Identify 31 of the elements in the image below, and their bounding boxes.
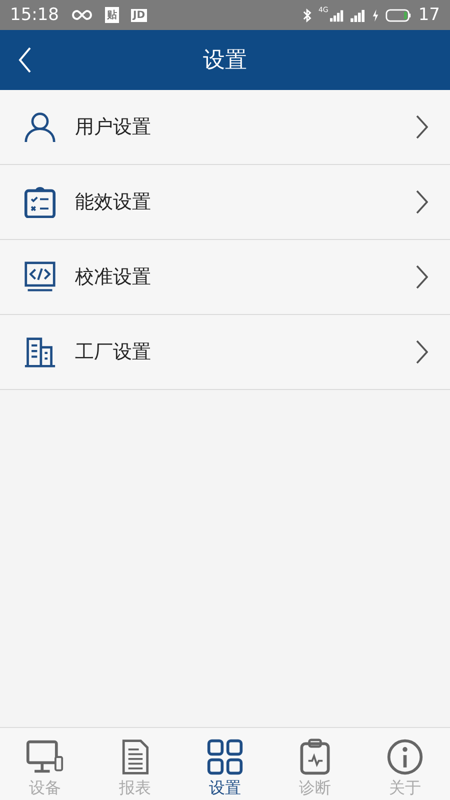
battery-icon	[385, 8, 412, 22]
bluetooth-icon	[303, 8, 312, 22]
settings-item[interactable]: 工厂设置	[0, 315, 450, 390]
item-label: 能效设置	[75, 190, 152, 215]
nav-tab[interactable]: 设置	[180, 728, 270, 800]
settings-item[interactable]: 能效设置	[0, 165, 450, 240]
signal-icon	[350, 8, 366, 22]
charging-icon	[372, 8, 380, 22]
person-icon	[24, 111, 56, 143]
page-title: 设置	[203, 47, 247, 75]
app-badge: 贴	[105, 7, 119, 23]
chevron-right-icon	[416, 190, 428, 214]
item-label: 用户设置	[75, 115, 152, 140]
item-label: 校准设置	[75, 265, 152, 290]
grid-icon	[206, 738, 244, 776]
back-icon[interactable]	[18, 47, 32, 73]
chevron-right-icon	[416, 265, 428, 289]
status-time: 15:18	[10, 5, 59, 25]
app-badge: JD	[131, 8, 148, 22]
settings-item[interactable]: 校准设置	[0, 240, 450, 315]
code-monitor-icon	[24, 261, 56, 293]
battery-level: 17	[418, 5, 440, 25]
building-icon	[24, 336, 56, 368]
item-label: 工厂设置	[75, 340, 152, 365]
settings-item[interactable]: 用户设置	[0, 90, 450, 165]
chevron-right-icon	[416, 340, 428, 364]
infinity-icon	[71, 9, 93, 21]
checklist-icon	[24, 186, 56, 218]
info-icon	[386, 738, 424, 776]
signal-icon	[330, 8, 344, 22]
chevron-right-icon	[416, 115, 428, 139]
